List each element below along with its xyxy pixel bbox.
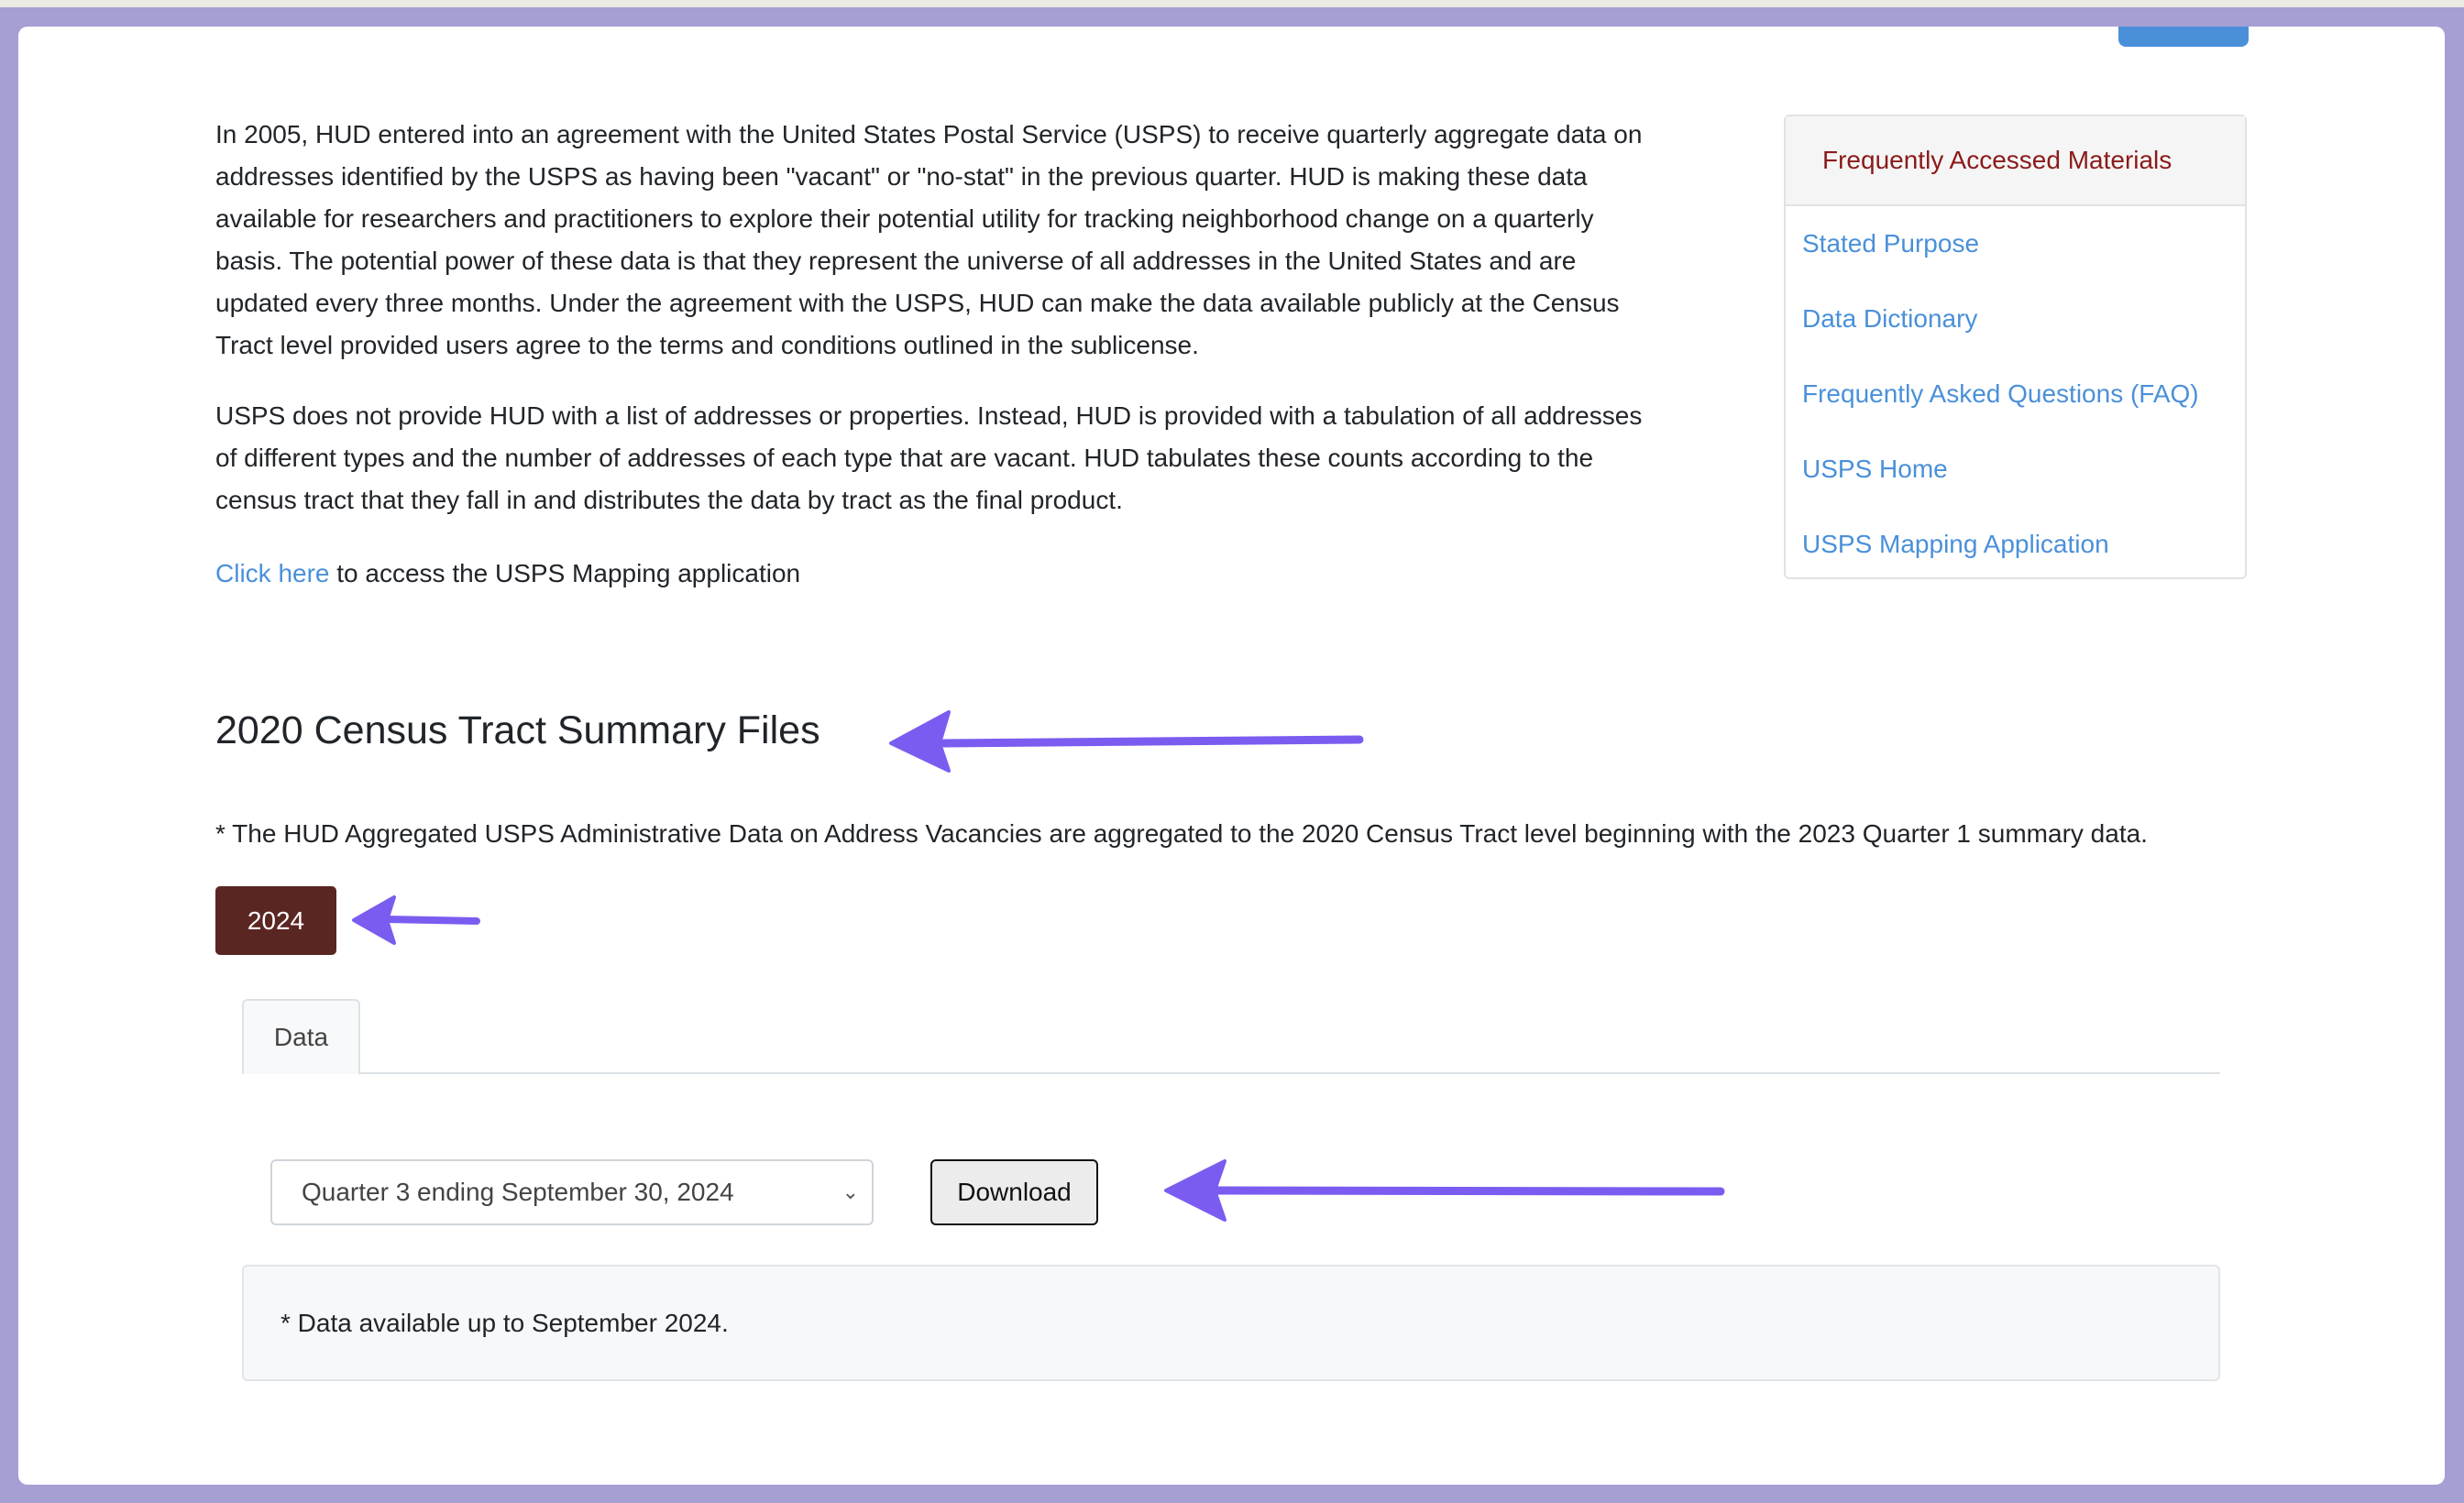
arrow-left-icon xyxy=(889,710,1364,773)
window-top-strip xyxy=(0,0,2464,7)
arrow-left-icon xyxy=(352,895,480,945)
annotation-arrows xyxy=(352,710,1725,1222)
page-card: In 2005, HUD entered into an agreement w… xyxy=(18,27,2445,1485)
arrow-left-icon xyxy=(1164,1159,1725,1222)
